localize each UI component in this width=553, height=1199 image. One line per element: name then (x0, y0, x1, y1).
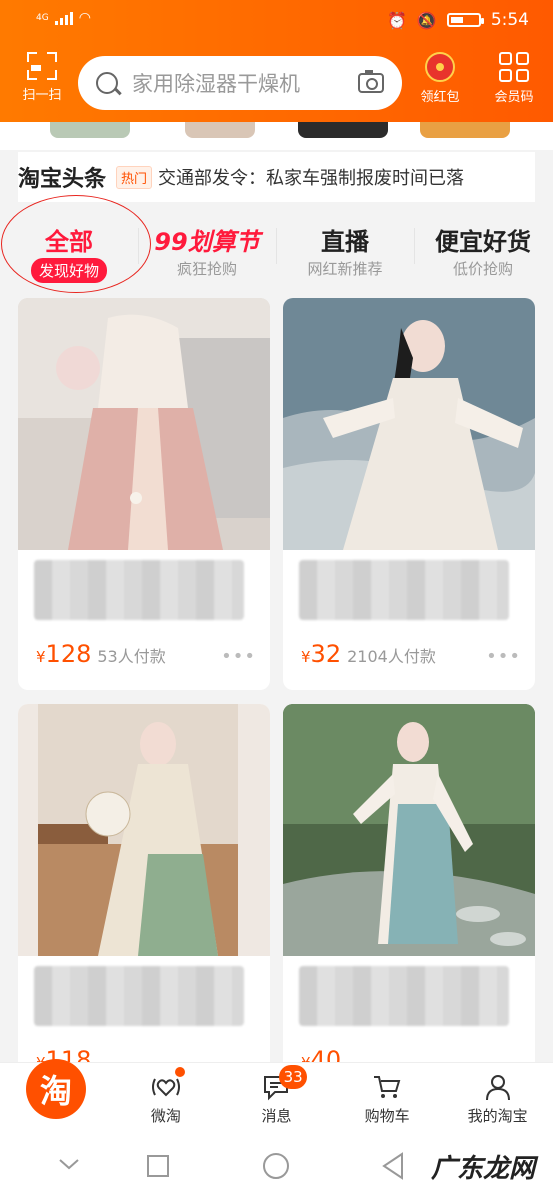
product-card[interactable]: ¥ 128 53人付款 ••• (18, 298, 270, 690)
chevron-down-icon[interactable] (58, 1156, 80, 1176)
back-icon[interactable] (380, 1152, 406, 1184)
mute-icon: 🔕 (416, 10, 437, 30)
search-icon (96, 72, 118, 94)
tab-label: 消息 (261, 1107, 292, 1125)
notification-dot (174, 1067, 185, 1077)
product-price: ¥ 40 (301, 1046, 342, 1062)
sold-count: 53人付款 (97, 647, 166, 666)
camera-icon[interactable] (358, 70, 384, 93)
taobao-logo[interactable]: 淘 (26, 1059, 86, 1119)
product-card[interactable]: ¥ 40 (283, 704, 535, 1062)
member-code-button[interactable]: 会员码 (486, 52, 542, 105)
more-icon[interactable]: ••• (221, 646, 256, 667)
product-image (283, 298, 535, 550)
battery-icon (446, 13, 484, 27)
product-title-blurred (299, 966, 509, 1026)
home-icon[interactable] (262, 1152, 290, 1184)
headline-brand: 淘宝头条 (18, 167, 107, 192)
search-bar[interactable]: 家用除湿器干燥机 (78, 56, 402, 110)
product-title-blurred (34, 966, 244, 1026)
scan-icon (27, 52, 57, 80)
tab-cheap-goods[interactable]: 便宜好货 低价抢购 (414, 210, 552, 294)
tab-subtitle: 网红新推荐 (307, 260, 383, 278)
feed: 淘宝头条 热门 交通部发令：私家车强制报废时间已落 全部 发现好物 99划算节 … (0, 122, 553, 1062)
member-code-icon (499, 52, 529, 82)
alarm-icon: ⏰ (386, 10, 407, 30)
taobao-headline[interactable]: 淘宝头条 热门 交通部发令：私家车强制报废时间已落 (18, 152, 535, 202)
member-label: 会员码 (494, 90, 534, 105)
product-image (283, 704, 535, 956)
redpack-label: 领红包 (420, 90, 460, 105)
tab-subtitle: 低价抢购 (452, 260, 513, 278)
scan-button[interactable]: 扫一扫 (14, 52, 70, 103)
top-header: 4G ◠ ⏰ 🔕 5:54 扫一扫 家用除湿器干燥机 领红包 会员码 (0, 0, 553, 122)
tab-label: 微淘 (150, 1107, 181, 1125)
annotation-circle (1, 195, 151, 293)
product-image (18, 704, 270, 956)
tab-cart[interactable]: 购物车 (332, 1063, 443, 1138)
redpack-button[interactable]: 领红包 (413, 52, 467, 105)
product-card[interactable]: ¥ 32 2104人付款 ••• (283, 298, 535, 690)
tab-subtitle: 疯狂抢购 (176, 260, 237, 278)
product-price: ¥ 128 53人付款 (36, 640, 166, 668)
more-icon[interactable]: ••• (486, 646, 521, 667)
recent-apps-icon[interactable] (146, 1154, 170, 1182)
clock: 5:54 (490, 10, 529, 30)
tab-weitao[interactable]: 微淘 (111, 1063, 222, 1138)
network-type: 4G (36, 13, 49, 23)
product-price: ¥ 32 2104人付款 (301, 640, 436, 668)
tab-messages[interactable]: 33 消息 (221, 1063, 332, 1138)
product-title-blurred (34, 560, 244, 620)
tab-label: 购物车 (364, 1107, 410, 1125)
tab-label: 我的淘宝 (467, 1107, 528, 1125)
status-bar: 4G ◠ ⏰ 🔕 5:54 (0, 0, 553, 44)
tab-99-sale[interactable]: 99划算节 疯狂抢购 (138, 210, 276, 294)
heart-signal-icon (151, 1073, 181, 1101)
tab-title: 便宜好货 (435, 228, 531, 256)
sold-count: 2104人付款 (347, 647, 436, 666)
product-image (18, 298, 270, 550)
product-price: ¥ 118 (36, 1046, 92, 1062)
user-icon (483, 1073, 513, 1101)
scan-label: 扫一扫 (22, 88, 62, 103)
hot-tag: 热门 (116, 165, 153, 189)
tab-live[interactable]: 直播 网红新推荐 (276, 210, 414, 294)
search-placeholder: 家用除湿器干燥机 (132, 72, 300, 96)
tab-title: 直播 (321, 228, 369, 256)
wifi-icon: ◠ (78, 10, 91, 26)
message-badge: 33 (279, 1065, 308, 1089)
tab-home[interactable]: 淘 (0, 1059, 111, 1138)
headline-text: 交通部发令：私家车强制报废时间已落 (158, 168, 465, 189)
signal-icon (54, 11, 73, 25)
cart-icon (372, 1073, 402, 1101)
product-card[interactable]: ¥ 118 (18, 704, 270, 1062)
banner-strip[interactable] (0, 122, 553, 150)
red-envelope-icon (425, 52, 455, 82)
bottom-tab-bar: 淘 微淘 33 消息 购物车 我的淘宝 (0, 1059, 553, 1138)
watermark: 广东龙网 (430, 1154, 535, 1184)
tab-my-taobao[interactable]: 我的淘宝 (442, 1063, 553, 1138)
product-title-blurred (299, 560, 509, 620)
tab-title: 99划算节 (154, 228, 260, 256)
